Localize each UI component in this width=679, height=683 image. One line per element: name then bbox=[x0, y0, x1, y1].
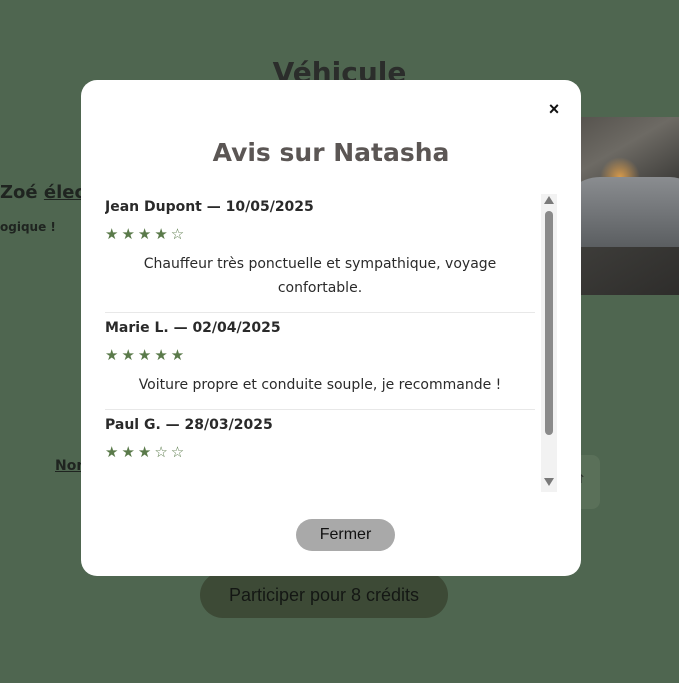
eco-label: ogique ! bbox=[0, 220, 56, 234]
scroll-down-arrow-icon[interactable] bbox=[544, 478, 554, 486]
review-author: Jean Dupont — 10/05/2025 bbox=[105, 199, 314, 215]
reviews-list[interactable]: Jean Dupont — 10/05/2025 ★★★★☆ Chauffeur… bbox=[105, 192, 535, 490]
reviews-modal: × Avis sur Natasha Jean Dupont — 10/05/2… bbox=[81, 80, 581, 576]
participate-button[interactable]: Participer pour 8 crédits bbox=[200, 572, 448, 618]
review-text: Chauffeur très ponctuelle et sympathique… bbox=[143, 256, 497, 296]
review-author: Marie L. — 02/04/2025 bbox=[105, 320, 281, 336]
review-item: Marie L. — 02/04/2025 ★★★★★ Voiture prop… bbox=[105, 313, 535, 410]
fermer-button[interactable]: Fermer bbox=[296, 519, 395, 551]
review-item: Jean Dupont — 10/05/2025 ★★★★☆ Chauffeur… bbox=[105, 192, 535, 313]
scrollbar-thumb[interactable] bbox=[545, 211, 553, 435]
reviews-scrollbar[interactable] bbox=[541, 194, 557, 492]
star-rating: ★★★★★ bbox=[105, 346, 188, 364]
star-rating: ★★★★☆ bbox=[105, 225, 188, 243]
scroll-up-arrow-icon[interactable] bbox=[544, 196, 554, 204]
close-icon[interactable]: × bbox=[543, 98, 565, 120]
review-text: Voiture propre et conduite souple, je re… bbox=[138, 377, 502, 393]
star-rating: ★★★☆☆ bbox=[105, 443, 188, 461]
modal-title: Avis sur Natasha bbox=[212, 138, 450, 167]
review-author: Paul G. — 28/03/2025 bbox=[105, 417, 273, 433]
vehicle-model-prefix: Zoé bbox=[0, 182, 44, 203]
review-item: Paul G. — 28/03/2025 ★★★☆☆ bbox=[105, 410, 535, 462]
